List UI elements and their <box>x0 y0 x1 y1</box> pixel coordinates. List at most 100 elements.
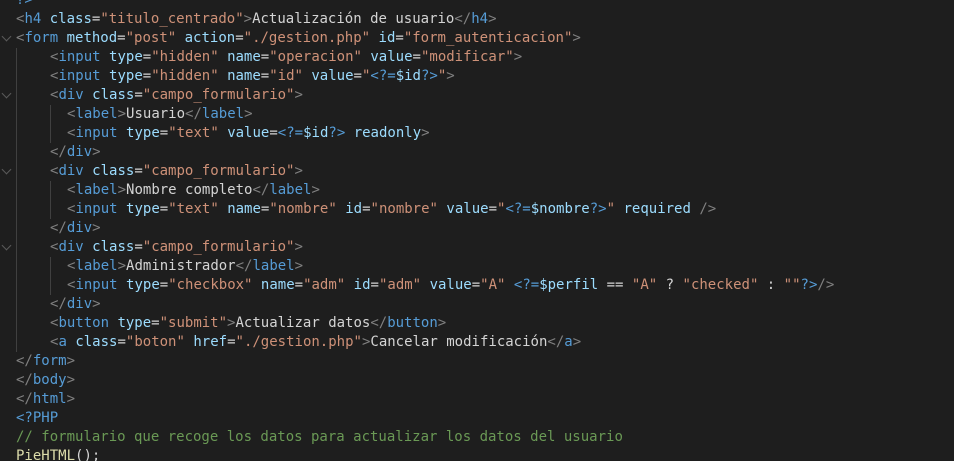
code-line-content: <label>Usuario</label> <box>16 106 253 122</box>
code-line[interactable]: </html> <box>16 390 834 409</box>
code-line[interactable]: </body> <box>16 371 834 390</box>
code-line-content: <input type="hidden" name="id" value="<?… <box>16 68 455 84</box>
code-token: $id <box>303 125 329 141</box>
code-line[interactable]: <label>Nombre completo</label> <box>16 181 834 200</box>
code-token: > <box>421 125 430 141</box>
code-token: = <box>370 277 379 293</box>
indent-guide <box>16 257 17 276</box>
code-token: = <box>235 30 244 46</box>
code-token: </ <box>50 296 67 312</box>
code-token: > <box>117 182 127 198</box>
indent-guide <box>16 238 17 257</box>
code-token: > <box>117 106 127 122</box>
code-editor[interactable]: ?> <h4 class="titulo_centrado">Actualizac… <box>0 0 954 461</box>
code-line[interactable]: <label>Usuario</label> <box>16 105 834 124</box>
code-line[interactable]: </div> <box>16 219 834 238</box>
code-line[interactable]: </div> <box>16 143 834 162</box>
code-token: "form_autenticacion" <box>403 30 573 46</box>
code-line[interactable]: <form method="post" action="./gestion.ph… <box>16 29 834 48</box>
code-line-content: <label>Nombre completo</label> <box>16 182 320 198</box>
code-token: = <box>260 68 270 84</box>
code-token: "text" <box>168 125 219 141</box>
code-token: = <box>412 49 421 65</box>
code-line[interactable]: ?> <box>16 0 834 10</box>
code-token: "A" <box>480 277 506 293</box>
code-token: name <box>227 68 261 84</box>
code-line-content: <label>Administrador</label> <box>16 258 303 274</box>
code-line-content: <input type="text" name="nombre" id="nom… <box>16 201 716 217</box>
code-token: <?= <box>513 277 540 293</box>
code-line[interactable]: // formulario que recoge los datos para … <box>16 428 834 447</box>
code-line-content: </div> <box>16 144 101 160</box>
code-area[interactable]: ?> <h4 class="titulo_centrado">Actualizac… <box>16 0 834 461</box>
code-line[interactable]: <?PHP <box>16 409 834 428</box>
code-token: Administrador <box>126 258 236 274</box>
code-token: "adm" <box>378 277 422 293</box>
code-line[interactable]: <input type="checkbox" name="adm" id="ad… <box>16 276 834 295</box>
code-line[interactable]: PieHTML(); <box>16 447 834 461</box>
code-token: input <box>58 68 101 84</box>
code-token: input <box>58 49 101 65</box>
code-token: > <box>92 144 101 160</box>
code-token: <?= <box>370 68 396 84</box>
code-line[interactable]: <input type="text" name="nombre" id="nom… <box>16 200 834 219</box>
code-token: type <box>109 49 143 65</box>
code-token: "A" <box>631 277 658 293</box>
code-token: a <box>58 334 67 350</box>
code-token: button <box>58 315 110 331</box>
code-token: value <box>370 49 413 65</box>
fold-chevron-icon[interactable] <box>1 240 12 251</box>
code-line-content: </div> <box>16 296 101 312</box>
code-line[interactable]: <div class="campo_formulario"> <box>16 86 834 105</box>
code-token: = <box>151 315 160 331</box>
indent-guide <box>16 314 17 333</box>
code-token: name <box>227 201 261 217</box>
code-token: value <box>311 68 354 84</box>
code-token: value <box>446 201 489 217</box>
code-token: button <box>387 315 438 331</box>
code-line[interactable]: <div class="campo_formulario"> <box>16 238 834 257</box>
indent-guide <box>16 48 17 67</box>
code-line[interactable]: <h4 class="titulo_centrado">Actualizació… <box>16 10 834 29</box>
fold-chevron-icon[interactable] <box>1 31 12 42</box>
code-line[interactable]: </form> <box>16 352 834 371</box>
code-token: "submit" <box>159 315 228 331</box>
code-token: > <box>66 391 76 407</box>
code-token: "campo_formulario" <box>142 239 295 255</box>
code-token: class <box>75 334 118 350</box>
code-token: = <box>471 277 481 293</box>
code-token: "campo_formulario" <box>142 163 295 179</box>
code-line[interactable]: <a class="boton" href="./gestion.php">Ca… <box>16 333 834 352</box>
fold-chevron-icon[interactable] <box>1 164 12 175</box>
code-token: > <box>437 315 447 331</box>
code-token: "./gestion.php" <box>235 334 362 350</box>
code-line-content: <input type="checkbox" name="adm" id="ad… <box>16 277 834 293</box>
code-token: = <box>269 125 278 141</box>
code-token: = <box>294 277 304 293</box>
fold-chevron-icon[interactable] <box>1 88 12 99</box>
code-token: > <box>243 11 253 27</box>
indent-guide <box>16 219 17 238</box>
code-token: = <box>117 30 126 46</box>
code-line[interactable]: <input type="hidden" name="id" value="<?… <box>16 67 834 86</box>
code-token: form <box>32 353 67 369</box>
code-line-content: </form> <box>16 353 75 369</box>
code-token: "boton" <box>125 334 185 350</box>
code-token: div <box>66 296 93 312</box>
code-token: > <box>572 334 582 350</box>
code-token: id <box>378 30 396 46</box>
code-token: /> <box>699 201 717 217</box>
code-line[interactable]: <div class="campo_formulario"> <box>16 162 834 181</box>
code-line[interactable]: <label>Administrador</label> <box>16 257 834 276</box>
code-line[interactable]: <input type="hidden" name="operacion" va… <box>16 48 834 67</box>
code-line[interactable]: <button type="submit">Actualizar datos</… <box>16 314 834 333</box>
code-token: ?> <box>589 201 607 217</box>
code-line[interactable]: </div> <box>16 295 834 314</box>
code-line[interactable]: <input type="text" value=<?=$id?> readon… <box>16 124 834 143</box>
